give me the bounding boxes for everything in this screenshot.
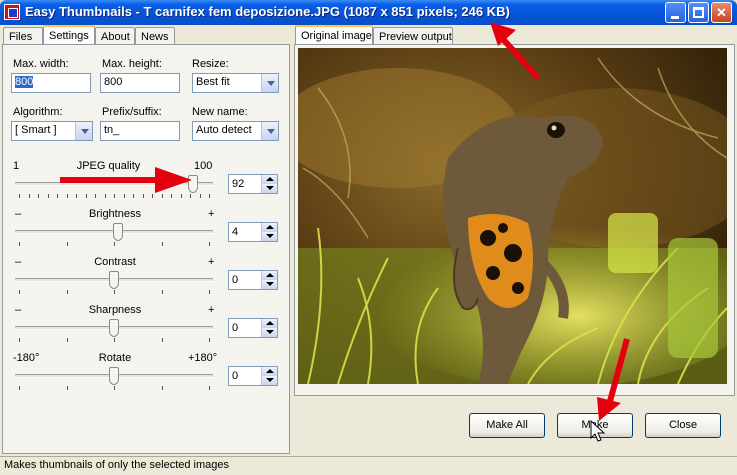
slider-tick: [66, 338, 68, 342]
slider-tick: [209, 338, 210, 342]
contrast-max-label: +: [208, 256, 215, 268]
rotate-ticks: [19, 386, 210, 391]
slider-tick: [19, 242, 20, 246]
spin-down-button[interactable]: [261, 232, 277, 241]
brightness-slider-thumb[interactable]: [112, 223, 123, 241]
jpeg-max-label: 100: [194, 160, 213, 172]
slider-tick: [161, 290, 163, 294]
contrast-ticks: [19, 290, 210, 295]
max-height-label: Max. height:: [102, 58, 162, 70]
spin-down-button[interactable]: [261, 328, 277, 337]
prefix-suffix-input[interactable]: tn_: [100, 121, 180, 141]
maximize-button[interactable]: [688, 2, 709, 23]
contrast-label: Contrast: [94, 256, 136, 268]
slider-tick: [209, 242, 210, 246]
slider-tick: [66, 290, 68, 294]
title-bar[interactable]: Easy Thumbnails - T carnifex fem deposiz…: [0, 0, 737, 25]
minimize-button[interactable]: [665, 2, 686, 23]
tab-settings[interactable]: Settings: [43, 25, 95, 46]
original-image-preview: [298, 48, 727, 384]
slider-tick: [209, 194, 210, 198]
slider-tick: [114, 338, 115, 342]
minimize-icon: [671, 16, 679, 19]
rotate-slider-thumb[interactable]: [109, 367, 119, 385]
tab-original-image[interactable]: Original image: [295, 25, 373, 46]
sharpness-ticks: [19, 338, 210, 343]
slider-tick: [57, 194, 58, 198]
slider-tick: [114, 386, 115, 390]
newt-photo: [298, 48, 727, 384]
slider-tick: [66, 242, 68, 246]
close-icon: ✕: [716, 5, 727, 20]
settings-panel: Max. width: 800 Max. height: 800 Resize:…: [2, 44, 290, 454]
new-name-select[interactable]: Auto detect: [192, 121, 279, 141]
slider-tick: [19, 338, 20, 342]
brightness-label: Brightness: [89, 208, 141, 220]
spin-down-button[interactable]: [261, 280, 277, 289]
spin-up-button[interactable]: [261, 223, 277, 232]
make-all-button[interactable]: Make All: [469, 413, 545, 438]
slider-tick: [161, 386, 163, 390]
prefix-suffix-label: Prefix/suffix:: [102, 106, 162, 118]
spin-up-button[interactable]: [261, 319, 277, 328]
resize-select[interactable]: Best fit: [192, 73, 279, 93]
slider-tick: [47, 194, 49, 198]
maximize-icon: [693, 7, 704, 18]
contrast-spinner[interactable]: 0: [228, 270, 278, 290]
spin-down-button[interactable]: [261, 184, 277, 193]
sharpness-max-label: +: [208, 304, 215, 316]
spin-up-button[interactable]: [261, 271, 277, 280]
slider-tick: [199, 194, 201, 198]
max-width-input[interactable]: 800: [11, 73, 91, 93]
slider-tick: [209, 386, 210, 390]
spin-down-button[interactable]: [261, 376, 277, 385]
image-panel: [294, 44, 735, 396]
new-name-label: New name:: [192, 106, 248, 118]
brightness-max-label: +: [208, 208, 215, 220]
annotation-arrow-title: [490, 22, 541, 81]
status-bar: Makes thumbnails of only the selected im…: [0, 456, 737, 475]
slider-tick: [19, 194, 20, 198]
algorithm-label: Algorithm:: [13, 106, 63, 118]
sharpness-slider-thumb[interactable]: [109, 319, 119, 337]
slider-tick: [19, 290, 20, 294]
chevron-down-icon: [261, 74, 278, 92]
rotate-spinner[interactable]: 0: [228, 366, 278, 386]
slider-tick: [38, 194, 39, 198]
slider-tick: [114, 290, 115, 294]
contrast-slider-thumb[interactable]: [109, 271, 119, 289]
mouse-cursor-icon: [590, 420, 606, 442]
slider-tick: [19, 386, 20, 390]
window-title: Easy Thumbnails - T carnifex fem deposiz…: [25, 4, 510, 19]
annotation-arrow-jpeg: [60, 167, 192, 193]
brightness-spinner[interactable]: 4: [228, 222, 278, 242]
rotate-max-label: +180°: [188, 352, 218, 364]
slider-tick: [161, 338, 163, 342]
slider-tick: [114, 242, 115, 246]
slider-tick: [28, 194, 30, 198]
max-width-label: Max. width:: [13, 58, 69, 70]
sharpness-label: Sharpness: [88, 304, 142, 316]
slider-tick: [66, 386, 68, 390]
resize-label: Resize:: [192, 58, 229, 70]
slider-tick: [209, 290, 210, 294]
chevron-down-icon: [261, 122, 278, 140]
spin-up-button[interactable]: [261, 175, 277, 184]
app-icon[interactable]: [4, 4, 20, 20]
sharpness-spinner[interactable]: 0: [228, 318, 278, 338]
algorithm-select[interactable]: [ Smart ]: [11, 121, 93, 141]
annotation-arrow-make: [597, 338, 630, 421]
close-window-button[interactable]: ✕: [711, 2, 732, 23]
spin-up-button[interactable]: [261, 367, 277, 376]
slider-tick: [161, 242, 163, 246]
close-button[interactable]: Close: [645, 413, 721, 438]
brightness-ticks: [19, 242, 210, 247]
jpeg-quality-spinner[interactable]: 92: [228, 174, 278, 194]
chevron-down-icon: [75, 122, 92, 140]
max-height-input[interactable]: 800: [100, 73, 180, 93]
